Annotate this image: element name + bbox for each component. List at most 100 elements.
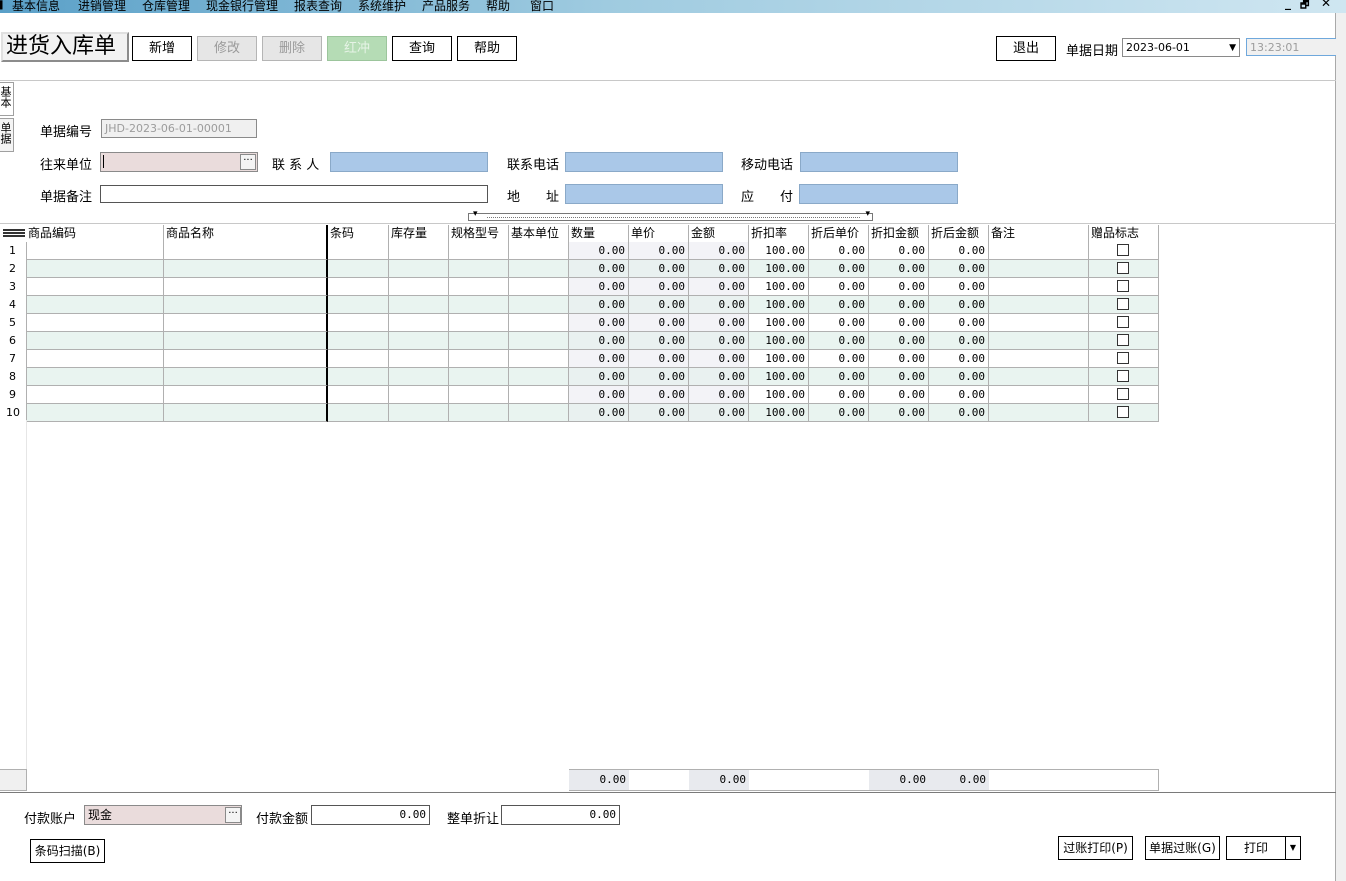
- cell-amount[interactable]: 0.00: [689, 314, 749, 332]
- cell-gift[interactable]: [1089, 386, 1159, 404]
- cell-unit[interactable]: [509, 242, 569, 260]
- cell-amount[interactable]: 0.00: [689, 386, 749, 404]
- cell-spec[interactable]: [449, 386, 509, 404]
- cell-barcode[interactable]: [328, 278, 389, 296]
- cell-spec[interactable]: [449, 332, 509, 350]
- cell-gift[interactable]: [1089, 278, 1159, 296]
- cell-price[interactable]: 0.00: [629, 260, 689, 278]
- cell-barcode[interactable]: [328, 296, 389, 314]
- cell-disc-price[interactable]: 0.00: [809, 242, 869, 260]
- cell-barcode[interactable]: [328, 242, 389, 260]
- cell-gift[interactable]: [1089, 368, 1159, 386]
- cell-unit[interactable]: [509, 386, 569, 404]
- col-header-after-amount[interactable]: 折后金额: [929, 225, 989, 243]
- col-header-amount[interactable]: 金额: [689, 225, 749, 243]
- cell-price[interactable]: 0.00: [629, 368, 689, 386]
- cell-barcode[interactable]: [328, 386, 389, 404]
- cell-disc-price[interactable]: 0.00: [809, 332, 869, 350]
- cell-qty[interactable]: 0.00: [569, 350, 629, 368]
- cell-disc-price[interactable]: 0.00: [809, 278, 869, 296]
- cell-gift[interactable]: [1089, 296, 1159, 314]
- cell-barcode[interactable]: [328, 404, 389, 422]
- cell-name[interactable]: [164, 242, 328, 260]
- exit-button[interactable]: 退出: [996, 36, 1056, 61]
- cell-qty[interactable]: 0.00: [569, 332, 629, 350]
- cell-after-amount[interactable]: 0.00: [929, 242, 989, 260]
- menu-item-system[interactable]: 系统维护: [358, 0, 406, 13]
- cell-code[interactable]: [26, 314, 164, 332]
- cell-stock[interactable]: [389, 386, 449, 404]
- mobile-field[interactable]: [800, 152, 958, 172]
- col-header-stock[interactable]: 库存量: [389, 225, 449, 243]
- cell-barcode[interactable]: [328, 350, 389, 368]
- grid-menu-icon[interactable]: [3, 229, 25, 237]
- cell-gift[interactable]: [1089, 260, 1159, 278]
- cell-discount[interactable]: 100.00: [749, 278, 809, 296]
- cell-after-amount[interactable]: 0.00: [929, 368, 989, 386]
- cell-qty[interactable]: 0.00: [569, 260, 629, 278]
- cell-disc-price[interactable]: 0.00: [809, 314, 869, 332]
- menu-item-warehouse[interactable]: 仓库管理: [142, 0, 190, 13]
- cell-after-amount[interactable]: 0.00: [929, 314, 989, 332]
- cell-disc-price[interactable]: 0.00: [809, 404, 869, 422]
- cell-name[interactable]: [164, 368, 328, 386]
- cell-code[interactable]: [26, 242, 164, 260]
- close-icon[interactable]: ✕: [1321, 0, 1331, 10]
- edit-button[interactable]: 修改: [197, 36, 257, 61]
- col-header-price[interactable]: 单价: [629, 225, 689, 243]
- row-number[interactable]: 10: [0, 404, 26, 422]
- cell-after-amount[interactable]: 0.00: [929, 350, 989, 368]
- cell-barcode[interactable]: [328, 314, 389, 332]
- cell-code[interactable]: [26, 332, 164, 350]
- cell-disc-amount[interactable]: 0.00: [869, 242, 929, 260]
- cell-stock[interactable]: [389, 296, 449, 314]
- row-number[interactable]: 3: [0, 278, 26, 296]
- cell-remark[interactable]: [989, 404, 1089, 422]
- cell-discount[interactable]: 100.00: [749, 314, 809, 332]
- cell-unit[interactable]: [509, 368, 569, 386]
- cell-remark[interactable]: [989, 350, 1089, 368]
- cell-disc-amount[interactable]: 0.00: [869, 314, 929, 332]
- cell-unit[interactable]: [509, 278, 569, 296]
- cell-qty[interactable]: 0.00: [569, 278, 629, 296]
- cell-unit[interactable]: [509, 404, 569, 422]
- partner-lookup-button[interactable]: ···: [240, 154, 256, 170]
- cell-spec[interactable]: [449, 278, 509, 296]
- cell-remark[interactable]: [989, 368, 1089, 386]
- cell-disc-amount[interactable]: 0.00: [869, 260, 929, 278]
- cell-spec[interactable]: [449, 404, 509, 422]
- gift-checkbox[interactable]: [1117, 316, 1129, 328]
- cell-qty[interactable]: 0.00: [569, 368, 629, 386]
- cell-stock[interactable]: [389, 242, 449, 260]
- cell-spec[interactable]: [449, 350, 509, 368]
- cell-amount[interactable]: 0.00: [689, 350, 749, 368]
- cell-stock[interactable]: [389, 332, 449, 350]
- print-dropdown-button[interactable]: ▼: [1285, 836, 1301, 860]
- cell-amount[interactable]: 0.00: [689, 242, 749, 260]
- cell-stock[interactable]: [389, 350, 449, 368]
- barcode-scan-button[interactable]: 条码扫描(B): [30, 839, 105, 863]
- contact-field[interactable]: [330, 152, 488, 172]
- cell-discount[interactable]: 100.00: [749, 332, 809, 350]
- cell-code[interactable]: [26, 278, 164, 296]
- menu-item-services[interactable]: 产品服务: [422, 0, 470, 13]
- cell-price[interactable]: 0.00: [629, 386, 689, 404]
- tab-document[interactable]: 单据: [0, 118, 14, 152]
- cell-spec[interactable]: [449, 242, 509, 260]
- cell-amount[interactable]: 0.00: [689, 368, 749, 386]
- cell-name[interactable]: [164, 278, 328, 296]
- post-print-button[interactable]: 过账打印(P): [1058, 836, 1133, 860]
- menu-item-window[interactable]: 窗口: [530, 0, 554, 13]
- cell-remark[interactable]: [989, 314, 1089, 332]
- cell-remark[interactable]: [989, 386, 1089, 404]
- cell-after-amount[interactable]: 0.00: [929, 404, 989, 422]
- partner-field[interactable]: [100, 152, 258, 172]
- col-header-name[interactable]: 商品名称: [164, 225, 328, 243]
- payable-field[interactable]: [799, 184, 958, 204]
- cell-amount[interactable]: 0.00: [689, 404, 749, 422]
- restore-icon[interactable]: 🗗: [1300, 0, 1309, 13]
- cell-remark[interactable]: [989, 260, 1089, 278]
- cell-name[interactable]: [164, 296, 328, 314]
- menu-item-reports[interactable]: 报表查询: [294, 0, 342, 13]
- print-button[interactable]: 打印: [1226, 836, 1286, 860]
